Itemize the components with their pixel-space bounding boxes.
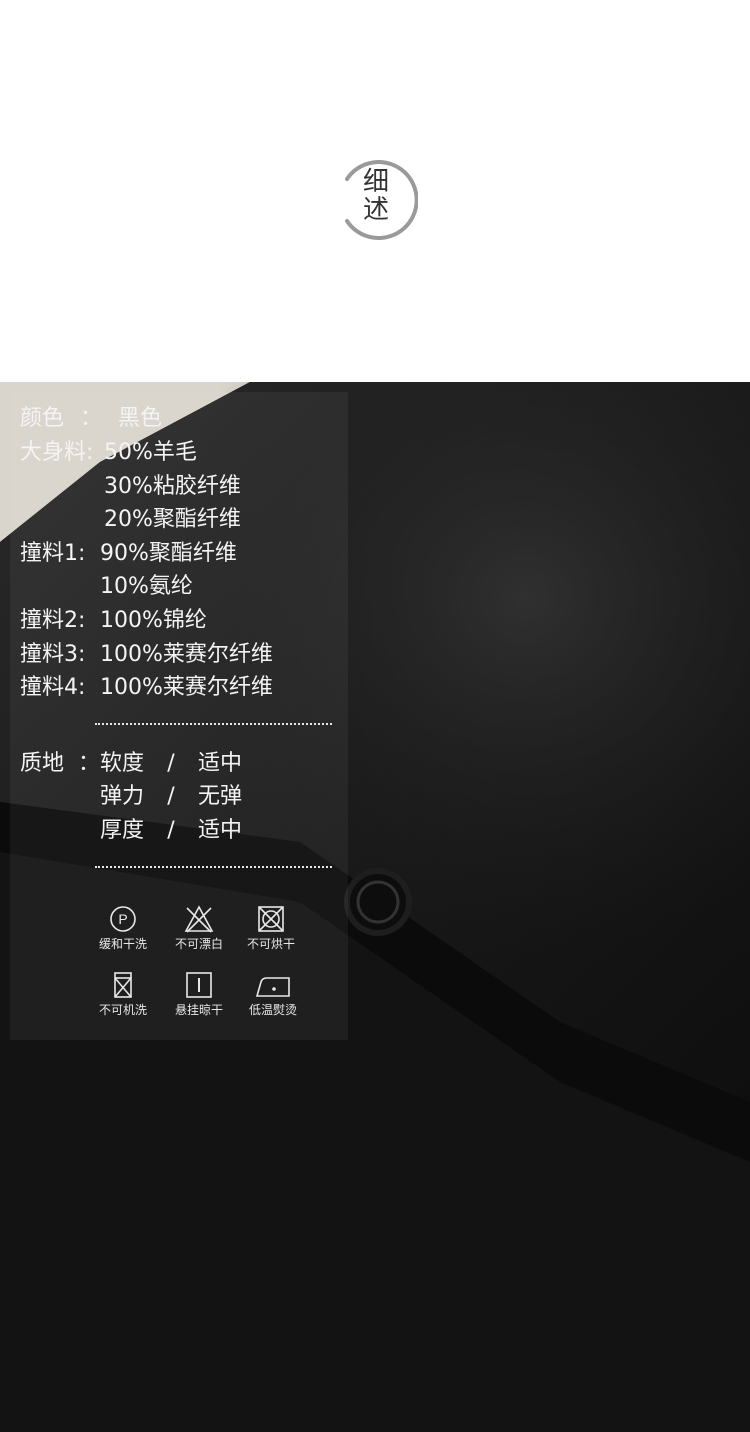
texture-row-1: 软度 / 适中	[100, 749, 242, 779]
texture-name-1: 软度	[100, 751, 145, 776]
no-bleach-icon	[184, 905, 214, 933]
no-machine-wash-icon	[114, 972, 132, 998]
care-item-no-tumble-dry: 不可烘干	[236, 904, 306, 952]
texture-name-3: 厚度	[100, 818, 145, 843]
badge-line-1: 细	[362, 167, 389, 197]
badge-text: 细 述	[334, 168, 418, 224]
no-tumble-dry-icon	[258, 906, 284, 932]
color-value: 黑色	[118, 406, 163, 431]
contrast3-value: 100%莱赛尔纤维	[100, 642, 273, 667]
contrast1-value-2: 10%氨纶	[100, 574, 193, 599]
care-label-no-bleach: 不可漂白	[174, 937, 223, 951]
low-iron-icon	[255, 977, 290, 997]
body-value-3: 20%聚酯纤维	[104, 507, 241, 532]
texture-value-2: 无弹	[198, 784, 243, 809]
color-separator: ：	[80, 406, 103, 431]
texture-value-1: 适中	[198, 751, 243, 776]
care-label-hang-dry: 悬挂晾干	[174, 1003, 223, 1017]
texture-name-2: 弹力	[100, 784, 145, 809]
texture-slash-1: /	[167, 751, 175, 776]
header-area: 细 述	[0, 0, 750, 382]
care-label-dry-clean: 缓和干洗	[98, 937, 147, 951]
contrast1-label: 撞料1:	[20, 541, 86, 566]
contrast2-value: 100%锦纶	[100, 608, 207, 633]
hang-dry-shade-icon	[186, 972, 212, 998]
texture-row-2: 弹力 / 无弹	[100, 782, 242, 812]
contrast2-label: 撞料2:	[20, 608, 86, 633]
color-label: 颜色	[20, 406, 65, 431]
color-row: 颜色 ： 黑色	[20, 404, 162, 434]
body-label: 大身料:	[20, 440, 94, 465]
care-item-low-iron: 低温熨烫	[238, 970, 308, 1018]
contrast4-label: 撞料4:	[20, 675, 86, 700]
divider-2	[95, 866, 332, 868]
texture-slash-3: /	[167, 818, 175, 843]
svg-text:P: P	[118, 911, 127, 927]
care-item-no-machine-wash: 不可机洗	[88, 970, 158, 1018]
contrast4-value: 100%莱赛尔纤维	[100, 675, 273, 700]
texture-label-row: 质地 ：	[20, 749, 107, 779]
body-value-2: 30%粘胶纤维	[104, 474, 241, 499]
care-item-hang-dry: 悬挂晾干	[164, 970, 234, 1018]
divider-1	[95, 723, 332, 725]
care-item-dry-clean: P 缓和干洗	[88, 904, 158, 952]
contrast3-label: 撞料3:	[20, 642, 86, 667]
body-value-1: 50%羊毛	[104, 440, 197, 465]
texture-row-3: 厚度 / 适中	[100, 816, 242, 846]
texture-slash-2: /	[167, 784, 175, 809]
badge-line-2: 述	[362, 195, 389, 225]
care-label-no-machine-wash: 不可机洗	[98, 1003, 147, 1017]
detail-badge: 细 述	[334, 158, 418, 242]
care-label-low-iron: 低温熨烫	[248, 1003, 297, 1017]
care-label-no-tumble-dry: 不可烘干	[246, 937, 295, 951]
texture-value-3: 适中	[198, 818, 243, 843]
care-item-no-bleach: 不可漂白	[164, 904, 234, 952]
texture-label: 质地	[20, 751, 65, 776]
contrast1-value-1: 90%聚酯纤维	[100, 541, 237, 566]
dry-clean-p-icon: P	[110, 906, 136, 932]
